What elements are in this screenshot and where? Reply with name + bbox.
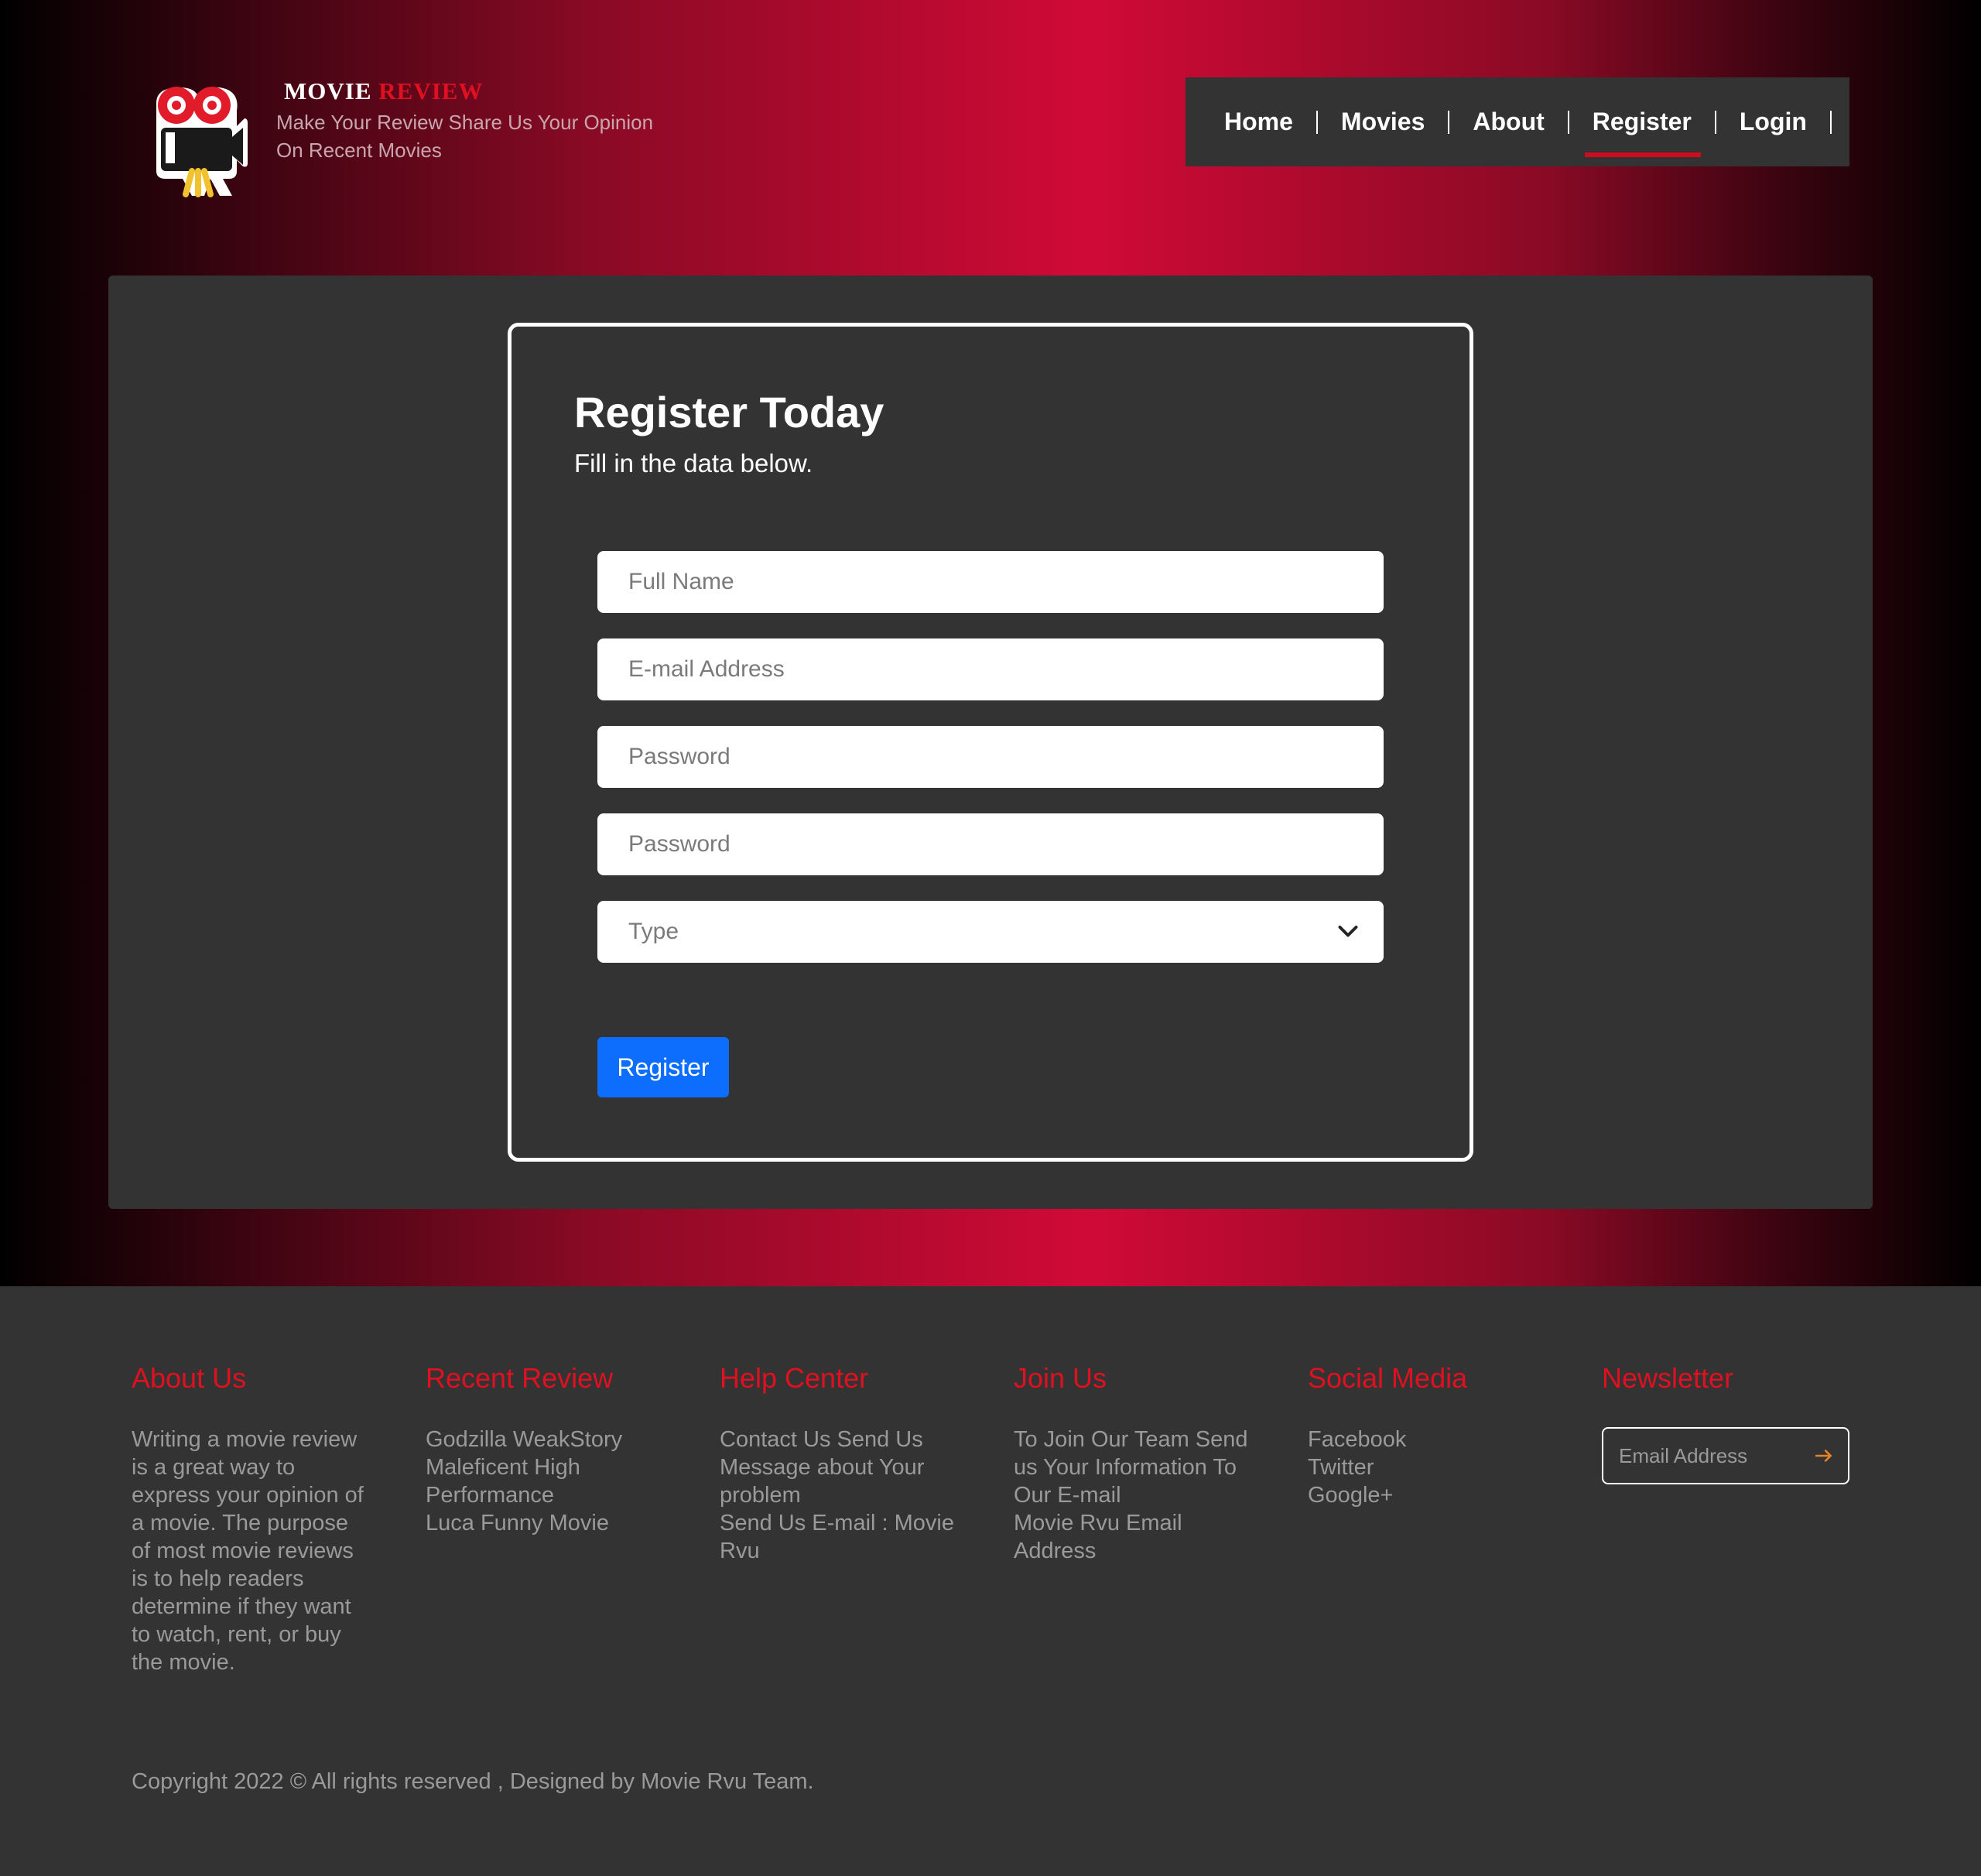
social-link-twitter[interactable]: Twitter bbox=[1308, 1453, 1563, 1481]
footer-social-media: Social Media Facebook Twitter Google+ bbox=[1308, 1362, 1563, 1509]
footer-link[interactable]: Godzilla WeakStory bbox=[426, 1426, 681, 1453]
footer-about-text: Writing a movie review is a great way to… bbox=[132, 1426, 387, 1676]
social-link-googleplus[interactable]: Google+ bbox=[1308, 1481, 1563, 1509]
brand-title-red: REVIEW bbox=[378, 77, 484, 104]
social-link-facebook[interactable]: Facebook bbox=[1308, 1426, 1563, 1453]
footer-text-line: express your opinion of bbox=[132, 1483, 364, 1508]
type-select-value: Type bbox=[628, 919, 679, 944]
copyright-text: Copyright 2022 © All rights reserved , D… bbox=[132, 1769, 814, 1794]
nav-login[interactable]: Login bbox=[1716, 77, 1830, 166]
footer-text-line: Movie Rvu Email bbox=[1014, 1511, 1182, 1535]
chevron-down-icon bbox=[1338, 926, 1358, 937]
nav-about[interactable]: About bbox=[1449, 77, 1567, 166]
tagline-line: Make Your Review Share Us Your Opinion bbox=[276, 111, 654, 134]
footer-heading: Recent Review bbox=[426, 1362, 614, 1394]
footer-text-line: Send Us E-mail : Movie bbox=[720, 1511, 954, 1535]
footer-heading: About Us bbox=[132, 1362, 247, 1394]
tagline-line: On Recent Movies bbox=[276, 139, 442, 162]
footer-link[interactable]: Maleficent High bbox=[426, 1453, 681, 1481]
footer-text-line: Message about Your bbox=[720, 1455, 925, 1480]
newsletter-form bbox=[1602, 1427, 1849, 1484]
email-input[interactable] bbox=[597, 638, 1384, 700]
footer-link[interactable]: Performance bbox=[426, 1481, 681, 1509]
arrow-right-icon[interactable] bbox=[1814, 1446, 1834, 1466]
footer-help-center: Help Center Contact Us Send Us Message a… bbox=[720, 1362, 975, 1565]
register-button[interactable]: Register bbox=[597, 1037, 729, 1097]
type-select[interactable]: Type bbox=[597, 901, 1384, 963]
footer-text-line: to watch, rent, or buy bbox=[132, 1622, 341, 1647]
footer-text-line: determine if they want bbox=[132, 1594, 351, 1619]
brand-title: MOVIE REVIEW bbox=[284, 77, 483, 105]
movie-camera-logo-icon[interactable] bbox=[149, 80, 248, 201]
footer-text-line: is a great way to bbox=[132, 1455, 296, 1480]
footer-text-line: a movie. The purpose bbox=[132, 1511, 348, 1535]
footer-heading: Social Media bbox=[1308, 1362, 1468, 1394]
footer-about: About Us Writing a movie review is a gre… bbox=[132, 1362, 387, 1676]
footer-text-line: Rvu bbox=[720, 1539, 760, 1563]
footer-text-line: Contact Us Send Us bbox=[720, 1427, 923, 1452]
footer-link[interactable]: Luca Funny Movie bbox=[426, 1509, 681, 1537]
footer-text-line: the movie. bbox=[132, 1650, 235, 1675]
confirm-password-input[interactable] bbox=[597, 813, 1384, 875]
footer-text-line: problem bbox=[720, 1483, 801, 1508]
main-nav: Home Movies About Register Login bbox=[1186, 77, 1849, 166]
footer-text-line: is to help readers bbox=[132, 1566, 304, 1591]
footer-text-line: Writing a movie review bbox=[132, 1427, 358, 1452]
password-input[interactable] bbox=[597, 726, 1384, 788]
brand-title-white: MOVIE bbox=[284, 77, 372, 104]
footer-heading: Newsletter bbox=[1602, 1362, 1734, 1394]
footer-newsletter: Newsletter bbox=[1602, 1362, 1857, 1426]
footer-text-line: To Join Our Team Send bbox=[1014, 1427, 1248, 1452]
nav-divider bbox=[1829, 110, 1832, 134]
newsletter-email-input[interactable] bbox=[1603, 1429, 1805, 1483]
brand-tagline: Make Your Review Share Us Your Opinion O… bbox=[276, 108, 679, 164]
nav-movies[interactable]: Movies bbox=[1318, 77, 1448, 166]
footer-join-us: Join Us To Join Our Team Send us Your In… bbox=[1014, 1362, 1269, 1565]
nav-home[interactable]: Home bbox=[1224, 77, 1316, 166]
footer-text-line: us Your Information To bbox=[1014, 1455, 1237, 1480]
nav-register[interactable]: Register bbox=[1569, 77, 1715, 166]
footer-heading: Help Center bbox=[720, 1362, 869, 1394]
form-subtitle: Fill in the data below. bbox=[574, 449, 813, 478]
full-name-input[interactable] bbox=[597, 551, 1384, 613]
footer-text-line: of most movie reviews bbox=[132, 1539, 354, 1563]
footer-text-line: Our E-mail bbox=[1014, 1483, 1121, 1508]
form-title: Register Today bbox=[574, 388, 884, 436]
footer-recent-review: Recent Review Godzilla WeakStory Malefic… bbox=[426, 1362, 681, 1537]
footer-heading: Join Us bbox=[1014, 1362, 1107, 1394]
footer-text-line: Address bbox=[1014, 1539, 1097, 1563]
